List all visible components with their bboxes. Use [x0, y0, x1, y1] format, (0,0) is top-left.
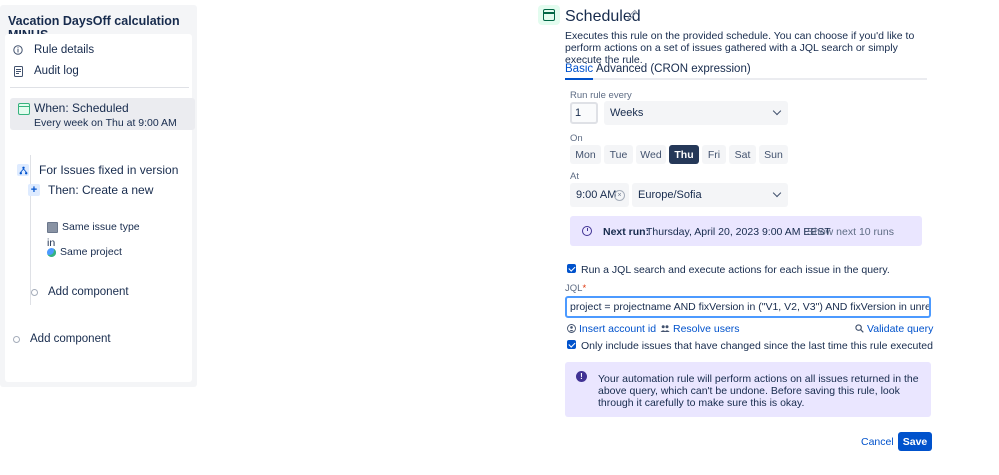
- action-step[interactable]: + Then: Create a new: [28, 180, 153, 200]
- search-icon: [855, 323, 864, 335]
- only-changed-checkbox-label: Only include issues that have changed si…: [581, 340, 933, 352]
- scheduled-calendar-icon: [538, 5, 560, 25]
- nav-rule-details[interactable]: Rule details: [12, 41, 94, 59]
- next-run-label: Next run:: [603, 226, 650, 238]
- nav-rule-details-label: Rule details: [34, 44, 95, 56]
- add-component-outer[interactable]: Add component: [13, 333, 111, 345]
- tab-basic[interactable]: Basic: [565, 63, 594, 80]
- interval-input[interactable]: 1: [570, 102, 598, 124]
- timezone-value: Europe/Sofia: [638, 189, 702, 201]
- trigger-subtitle: Every week on Thu at 9:00 AM: [34, 117, 177, 129]
- day-tue[interactable]: Tue: [604, 145, 633, 164]
- divider: [10, 87, 189, 88]
- project-text: Same project: [60, 246, 122, 258]
- time-value: 9:00 AM: [576, 189, 617, 201]
- rule-sidebar: Vacation DaysOff calculation MINUS Rule …: [0, 5, 197, 387]
- nav-audit-log[interactable]: Audit log: [12, 62, 79, 80]
- run-rule-every-label: Run rule every: [570, 90, 632, 101]
- jql-search-checkbox[interactable]: [567, 264, 576, 273]
- add-component-outer-label: Add component: [30, 333, 111, 345]
- cancel-button[interactable]: Cancel: [856, 432, 899, 451]
- at-label: At: [570, 171, 579, 182]
- interval-unit-value: Weeks: [610, 107, 644, 119]
- chevron-down-icon: [772, 188, 782, 198]
- insert-account-id-label: Insert account id: [579, 323, 657, 335]
- only-changed-checkbox[interactable]: [567, 340, 576, 349]
- day-fri[interactable]: Fri: [702, 145, 726, 164]
- issue-type-icon: [47, 221, 58, 233]
- jql-label: JQL*: [565, 283, 586, 294]
- document-icon: [12, 65, 24, 77]
- resolve-users-label: Resolve users: [673, 323, 740, 335]
- branch-icon: [17, 164, 29, 176]
- branch-line: [30, 155, 31, 305]
- timezone-select[interactable]: Europe/Sofia: [632, 183, 788, 207]
- day-thu[interactable]: Thu: [669, 145, 699, 164]
- day-wed[interactable]: Wed: [636, 145, 666, 164]
- interval-unit-select[interactable]: Weeks: [604, 101, 788, 125]
- rule-steps-panel: Rule details Audit log When: Scheduled E…: [5, 34, 195, 382]
- form-description: Executes this rule on the provided sched…: [565, 30, 915, 66]
- project-icon: [47, 247, 56, 257]
- nav-audit-log-label: Audit log: [34, 65, 79, 77]
- chevron-down-icon: [772, 106, 782, 116]
- day-sun[interactable]: Sun: [759, 145, 788, 164]
- save-button[interactable]: Save: [898, 432, 932, 451]
- jql-search-checkbox-label: Run a JQL search and execute actions for…: [581, 264, 890, 276]
- action-detail-project: Same project: [47, 246, 122, 258]
- plus-icon: +: [28, 184, 40, 196]
- add-component-inner-label: Add component: [48, 286, 129, 298]
- jql-label-text: JQL: [565, 283, 583, 294]
- edit-pencil-icon[interactable]: [627, 9, 639, 21]
- insert-account-id-link[interactable]: Insert account id: [567, 323, 656, 335]
- branch-label: For Issues fixed in version: [39, 163, 179, 177]
- action-label: Then: Create a new: [48, 183, 154, 197]
- branch-step[interactable]: For Issues fixed in version: [10, 160, 178, 180]
- jql-input[interactable]: project = projectname AND fixVersion in …: [565, 296, 931, 318]
- next-run-value: Thursday, April 20, 2023 9:00 AM EEST: [646, 226, 831, 238]
- calendar-icon: [18, 103, 30, 115]
- add-component-inner[interactable]: Add component: [31, 286, 129, 298]
- on-label: On: [570, 133, 583, 144]
- node-dot-icon: [13, 335, 20, 343]
- required-mark: *: [582, 283, 587, 294]
- validate-query-link[interactable]: Validate query: [855, 323, 933, 335]
- schedule-tabs: Basic Advanced (CRON expression): [565, 62, 927, 80]
- users-icon: [660, 324, 670, 335]
- trigger-step[interactable]: When: Scheduled Every week on Thu at 9:0…: [10, 98, 195, 130]
- day-mon[interactable]: Mon: [570, 145, 601, 164]
- clock-icon: [582, 226, 592, 236]
- day-sat[interactable]: Sat: [729, 145, 756, 164]
- info-icon: [12, 44, 24, 56]
- validate-query-label: Validate query: [867, 323, 934, 335]
- warning-text: Your automation rule will perform action…: [598, 373, 919, 409]
- trigger-title: When: Scheduled: [34, 101, 129, 115]
- tab-advanced-cron[interactable]: Advanced (CRON expression): [596, 63, 751, 75]
- resolve-users-link[interactable]: Resolve users: [660, 323, 740, 335]
- node-dot-icon: [31, 288, 38, 296]
- clear-icon[interactable]: ×: [614, 190, 625, 201]
- issue-type-text: Same issue type: [62, 221, 140, 233]
- user-icon: [567, 323, 576, 335]
- exclamation-icon: !: [576, 371, 587, 382]
- show-next-runs-link[interactable]: Show next 10 runs: [807, 226, 894, 238]
- action-detail-issue-type: Same issue type: [47, 221, 140, 233]
